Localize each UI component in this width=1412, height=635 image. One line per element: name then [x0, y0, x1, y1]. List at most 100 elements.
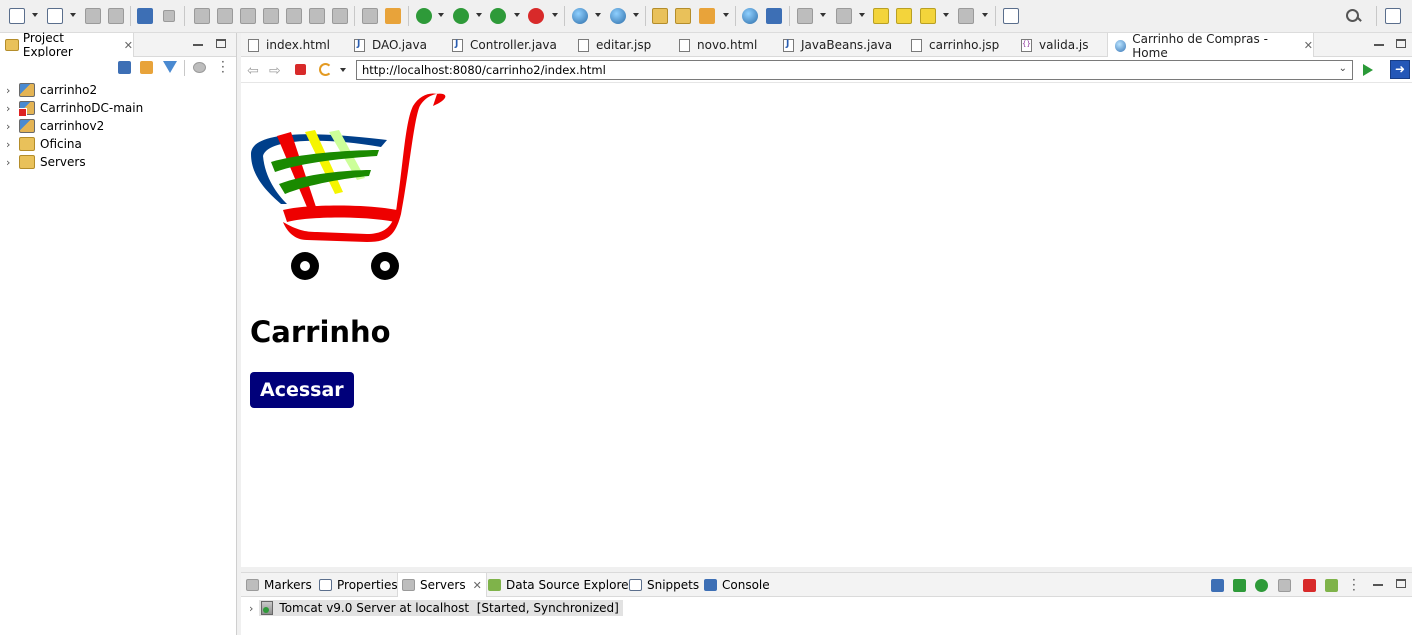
chevron-right-icon[interactable]: › [6, 138, 16, 151]
tab-valida-js[interactable]: valida.js [1014, 33, 1106, 57]
go-icon[interactable] [1363, 64, 1373, 76]
debug-dropdown-icon[interactable] [438, 13, 444, 17]
server-tree-row[interactable]: › Tomcat v9.0 Server at localhost [Start… [249, 600, 623, 616]
view-menu-icon[interactable]: · · · [1352, 574, 1356, 596]
refresh-dropdown-icon[interactable] [340, 68, 346, 72]
url-input[interactable]: http://localhost:8080/carrinho2/index.ht… [356, 60, 1353, 80]
start-server-icon[interactable] [1255, 579, 1268, 592]
external-tools-dropdown-icon[interactable] [552, 13, 558, 17]
forward-dropdown-icon[interactable] [982, 13, 988, 17]
coverage-dropdown-icon[interactable] [514, 13, 520, 17]
minimize-icon[interactable] [1373, 584, 1383, 586]
new-project-icon[interactable] [47, 8, 63, 24]
use-step-filters-icon[interactable] [332, 8, 348, 24]
chevron-right-icon[interactable]: › [6, 84, 16, 97]
tab-data-source-explorer[interactable]: Data Source Explorer [488, 573, 633, 597]
resume-icon[interactable] [194, 8, 210, 24]
run-icon[interactable] [453, 8, 469, 24]
tab-editar-jsp[interactable]: editar.jsp [571, 33, 672, 57]
tab-snippets[interactable]: Snippets [629, 573, 699, 597]
step-return-icon[interactable] [309, 8, 325, 24]
globe-icon[interactable] [742, 8, 758, 24]
refresh-icon[interactable] [317, 62, 333, 76]
tab-project-explorer[interactable]: Project Explorer ✕ [0, 31, 134, 59]
filter-icon[interactable] [163, 61, 177, 73]
save-all-icon[interactable] [108, 8, 124, 24]
maximize-icon[interactable] [1396, 39, 1406, 48]
tree-item-carrinhov2[interactable]: › carrinhov2 [0, 117, 236, 135]
new-web-icon[interactable] [610, 8, 626, 24]
focus-icon[interactable] [193, 62, 206, 73]
close-icon[interactable]: ✕ [124, 39, 133, 52]
new-project-dropdown-icon[interactable] [70, 13, 76, 17]
console-icon[interactable] [137, 8, 153, 24]
new-dropdown-icon[interactable] [32, 13, 38, 17]
forward-icon[interactable] [958, 8, 974, 24]
chevron-down-icon[interactable]: ⌄ [1339, 63, 1347, 74]
chevron-right-icon[interactable]: › [6, 156, 16, 169]
stop-server-icon[interactable] [1303, 579, 1316, 592]
forward-arrow-icon[interactable]: ⇨ [269, 63, 281, 79]
open-web-browser-icon[interactable] [766, 8, 782, 24]
search-icon[interactable] [1346, 9, 1360, 23]
tree-item-servers[interactable]: › Servers [0, 153, 236, 171]
tab-carrinho-de-compras-home[interactable]: Carrinho de Compras - Home ✕ [1107, 32, 1314, 60]
new-server-dropdown-icon[interactable] [595, 13, 601, 17]
stop-icon[interactable] [295, 64, 306, 75]
pin-editor-icon[interactable] [1003, 8, 1019, 24]
back-dropdown-icon[interactable] [943, 13, 949, 17]
tab-properties[interactable]: Properties [319, 573, 398, 597]
step-over-icon[interactable] [286, 8, 302, 24]
next-edit-icon[interactable] [896, 8, 912, 24]
tab-servers[interactable]: Servers ✕ [397, 573, 487, 597]
open-perspective-icon[interactable] [1385, 8, 1401, 24]
run-dropdown-icon[interactable] [476, 13, 482, 17]
new-server-icon[interactable] [572, 8, 588, 24]
tab-novo-html[interactable]: novo.html [672, 33, 776, 57]
prev-annotation-icon[interactable] [836, 8, 852, 24]
step-into-icon[interactable] [263, 8, 279, 24]
tree-item-carrinho2[interactable]: › carrinho2 [0, 81, 236, 99]
open-external-browser-icon[interactable]: ➜ [1390, 60, 1410, 79]
collapse-all-icon[interactable] [118, 61, 131, 74]
maximize-icon[interactable] [216, 39, 226, 48]
publish-icon[interactable] [1325, 579, 1338, 592]
profile-server-icon[interactable] [1278, 579, 1291, 592]
back-icon[interactable] [920, 8, 936, 24]
tab-carrinho-jsp[interactable]: carrinho.jsp [904, 33, 1014, 57]
open-type-icon[interactable] [652, 8, 668, 24]
search-tools-icon[interactable] [699, 8, 715, 24]
minimize-icon[interactable] [193, 44, 203, 46]
open-folder-icon[interactable] [675, 8, 691, 24]
suspend-icon[interactable] [217, 8, 233, 24]
list-icon[interactable] [362, 8, 378, 24]
tab-markers[interactable]: Markers [246, 573, 312, 597]
tab-console[interactable]: Console [704, 573, 770, 597]
last-edit-icon[interactable] [873, 8, 889, 24]
chevron-right-icon[interactable]: › [6, 102, 16, 115]
debug-server-icon[interactable] [1233, 579, 1246, 592]
chevron-right-icon[interactable]: › [6, 120, 16, 133]
save-icon[interactable] [85, 8, 101, 24]
maximize-icon[interactable] [1396, 579, 1406, 588]
link-with-editor-icon[interactable] [140, 61, 153, 74]
next-annotation-icon[interactable] [797, 8, 813, 24]
server-entry[interactable]: Tomcat v9.0 Server at localhost [Started… [259, 600, 623, 616]
chevron-right-icon[interactable]: › [249, 602, 253, 615]
next-annotation-dropdown-icon[interactable] [820, 13, 826, 17]
debug-skip-icon[interactable] [163, 10, 175, 22]
close-icon[interactable]: ✕ [473, 579, 482, 592]
tree-item-carrinhodc-main[interactable]: › CarrinhoDC-main [0, 99, 236, 117]
tab-javabeans-java[interactable]: JavaBeans.java [776, 33, 904, 57]
coverage-icon[interactable] [490, 8, 506, 24]
tab-dao-java[interactable]: DAO.java [347, 33, 445, 57]
new-web-dropdown-icon[interactable] [633, 13, 639, 17]
close-icon[interactable]: ✕ [1304, 39, 1313, 52]
back-arrow-icon[interactable]: ⇦ [247, 63, 259, 79]
terminate-icon[interactable] [240, 8, 256, 24]
debug-icon[interactable] [416, 8, 432, 24]
tab-controller-java[interactable]: Controller.java [445, 33, 571, 57]
prev-annotation-dropdown-icon[interactable] [859, 13, 865, 17]
skip-breakpoints-icon[interactable] [385, 8, 401, 24]
collapse-all-icon[interactable] [1211, 579, 1224, 592]
